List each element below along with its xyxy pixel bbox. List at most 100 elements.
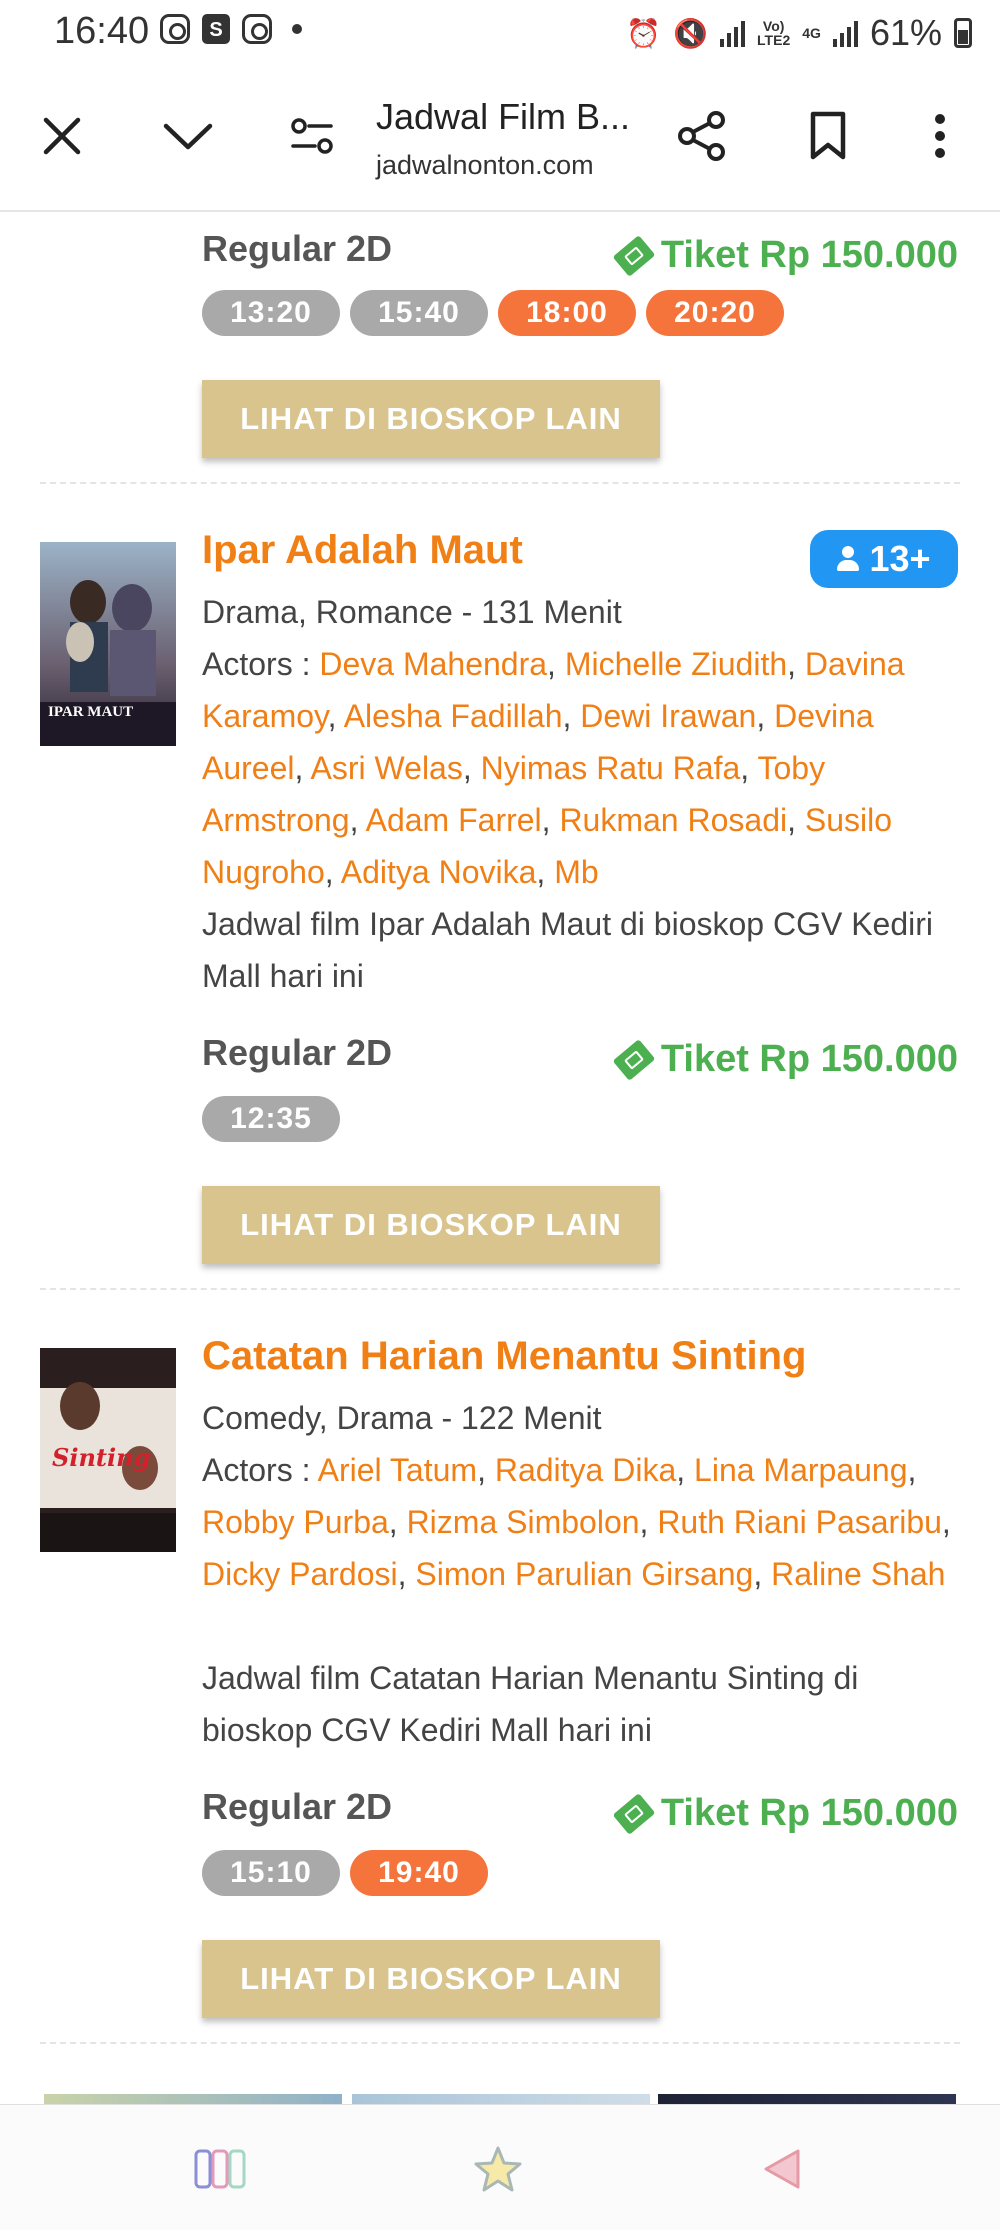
battery-percent: 61%: [869, 12, 942, 53]
showtime-list: 12:35: [202, 1096, 340, 1142]
actors-label: Actors :: [202, 646, 320, 682]
system-navigation-bar: [0, 2104, 1000, 2230]
actor-link[interactable]: Rizma Simbolon: [407, 1504, 640, 1540]
more-options-button[interactable]: [908, 104, 972, 168]
age-rating-text: 13+: [869, 538, 931, 579]
recent-apps-button[interactable]: [188, 2141, 252, 2197]
actor-link[interactable]: Aditya Novika: [341, 854, 537, 890]
next-movie-poster-strip: [44, 2094, 342, 2104]
tune-icon: [291, 118, 333, 154]
share-icon: [678, 111, 725, 161]
actor-link[interactable]: Dewi Irawan: [580, 698, 756, 734]
volte-label-bottom: LTE2: [757, 32, 791, 48]
ticket-icon: [612, 1792, 656, 1835]
ticket-price-text: Tiket Rp 150.000: [660, 1038, 958, 1080]
page-content: Regular 2D Tiket Rp 150.000 13:20 15:40 …: [0, 214, 1000, 2104]
ticket-price-text: Tiket Rp 150.000: [660, 1792, 958, 1834]
bookmark-button[interactable]: [796, 104, 860, 168]
actors-list: Actors : Deva Mahendra, Michelle Ziudith…: [202, 646, 905, 890]
divider: [40, 1288, 960, 1290]
actor-link[interactable]: Adam Farrel: [366, 802, 542, 838]
age-rating-badge: 13+: [810, 530, 958, 588]
actor-link[interactable]: Deva Mahendra: [319, 646, 547, 682]
ticket-price: Tiket Rp 150.000: [612, 234, 958, 277]
movie-description: Jadwal film Ipar Adalah Maut di bioskop …: [202, 906, 934, 994]
actors-list: Actors : Ariel Tatum, Raditya Dika, Lina…: [202, 1452, 951, 1592]
showtime-list: 13:20 15:40 18:00 20:20: [202, 290, 784, 336]
svg-text:Sinting: Sinting: [52, 1443, 150, 1472]
next-movie-poster-strip: [658, 2094, 956, 2104]
ticket-price: Tiket Rp 150.000: [612, 1038, 958, 1081]
shopping-bag-icon: S: [202, 14, 230, 44]
close-button[interactable]: [30, 104, 94, 168]
showtime-chip[interactable]: 18:00: [498, 290, 636, 336]
browser-toolbar: Jadwal Film B... jadwalnonton.com: [0, 66, 1000, 212]
signal-icon: [832, 19, 858, 47]
ticket-icon: [612, 234, 656, 277]
home-button[interactable]: [466, 2141, 530, 2197]
actor-link[interactable]: Michelle Ziudith: [565, 646, 787, 682]
next-movie-poster-strip: [352, 2094, 650, 2104]
actor-link[interactable]: Robby Purba: [202, 1504, 389, 1540]
ticket-price: Tiket Rp 150.000: [612, 1792, 958, 1835]
close-icon: [43, 117, 81, 155]
battery-icon: [954, 18, 972, 48]
actor-link[interactable]: Alesha Fadillah: [344, 698, 563, 734]
genre-duration: Comedy, Drama - 122 Menit: [202, 1400, 602, 1436]
movie-poster[interactable]: Sinting: [40, 1348, 176, 1552]
movie-title[interactable]: Ipar Adalah Maut: [202, 528, 523, 573]
actor-link[interactable]: Mb: [554, 854, 598, 890]
actor-link[interactable]: Asri Welas: [311, 750, 463, 786]
volte-label: Vo) LTE2: [757, 19, 790, 47]
tabs-icon: [194, 2149, 246, 2189]
status-time: 16:40: [54, 10, 150, 52]
actor-link[interactable]: Rukman Rosadi: [559, 802, 787, 838]
actor-link[interactable]: Dicky Pardosi: [202, 1556, 398, 1592]
more-notifications-dot-icon: [292, 24, 302, 34]
share-button[interactable]: [670, 104, 734, 168]
actor-link[interactable]: Nyimas Ratu Rafa: [481, 750, 741, 786]
other-cinema-button[interactable]: LIHAT DI BIOSKOP LAIN: [202, 1940, 660, 2018]
minimize-button[interactable]: [156, 104, 220, 168]
bookmarks-star-icon: [474, 2146, 522, 2192]
movie-poster[interactable]: IPAR MAUT: [40, 542, 176, 746]
page-settings-button[interactable]: [280, 104, 344, 168]
format-label: Regular 2D: [202, 228, 393, 269]
divider: [40, 482, 960, 484]
actors-label: Actors :: [202, 1452, 318, 1488]
format-label: Regular 2D: [202, 1786, 393, 1827]
status-bar: 16:40 S ⏰ 🔇 Vo) LTE2 4G 61%: [0, 0, 1000, 66]
page-title[interactable]: Jadwal Film B...: [376, 96, 656, 138]
signal-icon: [720, 19, 746, 47]
more-vert-icon: [935, 114, 945, 158]
divider: [40, 2042, 960, 2044]
showtime-chip: 15:40: [350, 290, 488, 336]
movie-description: Jadwal film Catatan Harian Menantu Sinti…: [202, 1660, 859, 1748]
mute-icon: 🔇: [673, 17, 709, 49]
actor-link[interactable]: Raditya Dika: [495, 1452, 676, 1488]
poster-image: Sinting: [40, 1348, 176, 1552]
other-cinema-button[interactable]: LIHAT DI BIOSKOP LAIN: [202, 380, 660, 458]
other-cinema-button[interactable]: LIHAT DI BIOSKOP LAIN: [202, 1186, 660, 1264]
actor-link[interactable]: Raline Shah: [771, 1556, 945, 1592]
genre-duration: Drama, Romance - 131 Menit: [202, 594, 622, 630]
showtime-chip[interactable]: 19:40: [350, 1850, 488, 1896]
format-label: Regular 2D: [202, 1032, 393, 1073]
alarm-icon: ⏰: [626, 17, 662, 49]
page-url[interactable]: jadwalnonton.com: [376, 150, 594, 181]
actor-link[interactable]: Ariel Tatum: [318, 1452, 477, 1488]
back-button[interactable]: [750, 2141, 814, 2197]
showtime-chip: 12:35: [202, 1096, 340, 1142]
movie-title[interactable]: Catatan Harian Menantu Sinting: [202, 1334, 807, 1379]
instagram-icon: [242, 14, 272, 44]
ticket-price-text: Tiket Rp 150.000: [660, 234, 958, 276]
actor-link[interactable]: Ruth Riani Pasaribu: [657, 1504, 942, 1540]
actor-link[interactable]: Lina Marpaung: [694, 1452, 907, 1488]
notification-icons: S: [160, 14, 302, 44]
showtime-chip: 15:10: [202, 1850, 340, 1896]
poster-title-text: IPAR MAUT: [48, 704, 134, 720]
back-icon: [764, 2149, 800, 2189]
bookmark-icon: [810, 111, 846, 160]
actor-link[interactable]: Simon Parulian Girsang: [415, 1556, 753, 1592]
showtime-chip[interactable]: 20:20: [646, 290, 784, 336]
